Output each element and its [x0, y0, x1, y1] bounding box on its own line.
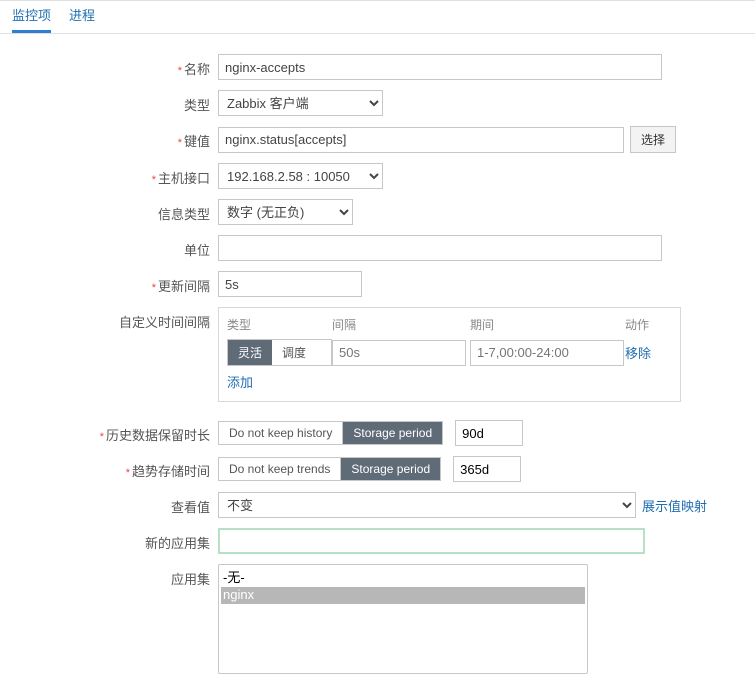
input-history-value[interactable]	[455, 420, 523, 446]
select-type[interactable]: Zabbix 客户端	[218, 90, 383, 116]
label-trends: *趋势存储时间	[0, 456, 218, 480]
segment-history[interactable]: Do not keep history Storage period	[218, 421, 443, 445]
apps-option-nginx[interactable]: nginx	[221, 587, 585, 604]
button-select-key[interactable]: 选择	[630, 126, 676, 153]
custom-interval-box: 类型 间隔 期间 动作 灵活 调度	[218, 307, 681, 402]
toggle-scheduling[interactable]: 调度	[272, 340, 316, 365]
history-storage[interactable]: Storage period	[343, 422, 442, 444]
label-info-type: 信息类型	[0, 199, 218, 223]
segment-trends[interactable]: Do not keep trends Storage period	[218, 457, 441, 481]
select-interface[interactable]: 192.168.2.58 : 10050	[218, 163, 383, 189]
tab-items[interactable]: 监控项	[12, 5, 51, 33]
new-app-wrap	[218, 528, 645, 554]
input-new-app[interactable]	[220, 530, 643, 552]
header-type: 类型	[227, 316, 332, 333]
toggle-flexible[interactable]: 灵活	[228, 340, 272, 365]
label-key: *键值	[0, 126, 218, 150]
input-custom-gap[interactable]	[332, 340, 466, 366]
input-key[interactable]	[218, 127, 624, 153]
tab-processes[interactable]: 进程	[69, 5, 95, 33]
label-type: 类型	[0, 90, 218, 114]
label-history: *历史数据保留时长	[0, 420, 218, 444]
select-apps[interactable]: -无- nginx	[218, 564, 588, 674]
input-interval[interactable]	[218, 271, 362, 297]
header-period: 期间	[470, 316, 625, 333]
header-action: 动作	[625, 316, 665, 333]
label-custom-interval: 自定义时间间隔	[0, 307, 218, 331]
label-apps: 应用集	[0, 564, 218, 588]
trends-no-keep[interactable]: Do not keep trends	[219, 458, 341, 480]
apps-option-none[interactable]: -无-	[221, 567, 585, 587]
input-trends-value[interactable]	[453, 456, 521, 482]
label-new-app: 新的应用集	[0, 528, 218, 552]
input-name[interactable]	[218, 54, 662, 80]
label-interface: *主机接口	[0, 163, 218, 187]
label-name: *名称	[0, 54, 218, 78]
select-show-value[interactable]: 不变	[218, 492, 636, 518]
link-remove-interval[interactable]: 移除	[625, 346, 651, 361]
input-unit[interactable]	[218, 235, 662, 261]
header-gap: 间隔	[332, 316, 470, 333]
toggle-interval-type[interactable]: 灵活 调度	[227, 339, 332, 366]
link-add-interval[interactable]: 添加	[227, 375, 253, 390]
label-interval: *更新间隔	[0, 271, 218, 295]
link-value-mapping[interactable]: 展示值映射	[642, 496, 707, 515]
label-unit: 单位	[0, 235, 218, 259]
history-no-keep[interactable]: Do not keep history	[219, 422, 343, 444]
select-info-type[interactable]: 数字 (无正负)	[218, 199, 353, 225]
label-show-value: 查看值	[0, 492, 218, 516]
trends-storage[interactable]: Storage period	[341, 458, 440, 480]
input-custom-period[interactable]	[470, 340, 624, 366]
